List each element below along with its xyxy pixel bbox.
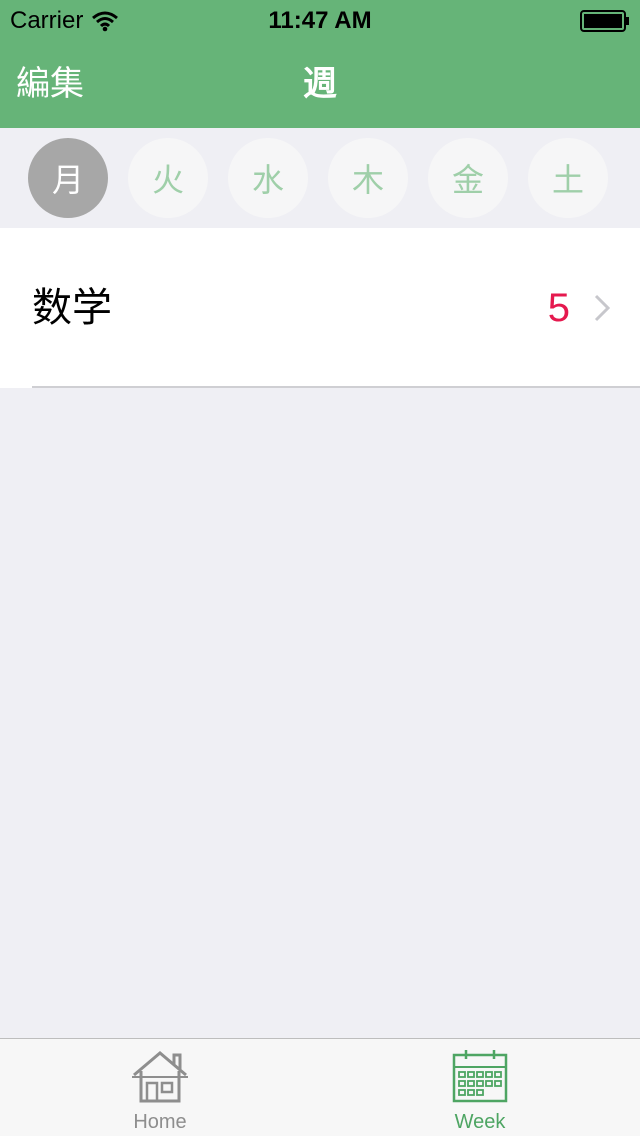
tab-bar: Home Week <box>0 1038 640 1136</box>
day-button-mon[interactable]: 月 <box>28 138 108 218</box>
calendar-icon <box>452 1050 508 1103</box>
day-button-tue[interactable]: 火 <box>128 138 208 218</box>
chevron-right-icon <box>594 294 610 322</box>
day-button-thu[interactable]: 木 <box>328 138 408 218</box>
day-button-sat[interactable]: 土 <box>528 138 608 218</box>
status-time: 11:47 AM <box>268 7 372 34</box>
subject-count: 5 <box>547 286 570 330</box>
divider <box>32 386 640 388</box>
tab-week-label: Week <box>454 1111 506 1133</box>
page-title: 週 <box>303 65 337 103</box>
list-item[interactable]: 数学 5 <box>0 228 640 388</box>
navigation-bar: Carrier 11:47 AM 編集 週 <box>0 0 640 128</box>
tab-home[interactable]: Home <box>0 1039 320 1136</box>
home-icon <box>132 1051 188 1103</box>
tab-week[interactable]: Week <box>320 1039 640 1136</box>
tab-home-label: Home <box>133 1111 187 1133</box>
subject-title: 数学 <box>32 286 112 330</box>
battery-icon <box>580 10 629 32</box>
day-button-fri[interactable]: 金 <box>428 138 508 218</box>
day-button-wed[interactable]: 水 <box>228 138 308 218</box>
day-selector: 月 火 水 木 金 土 <box>0 128 640 228</box>
